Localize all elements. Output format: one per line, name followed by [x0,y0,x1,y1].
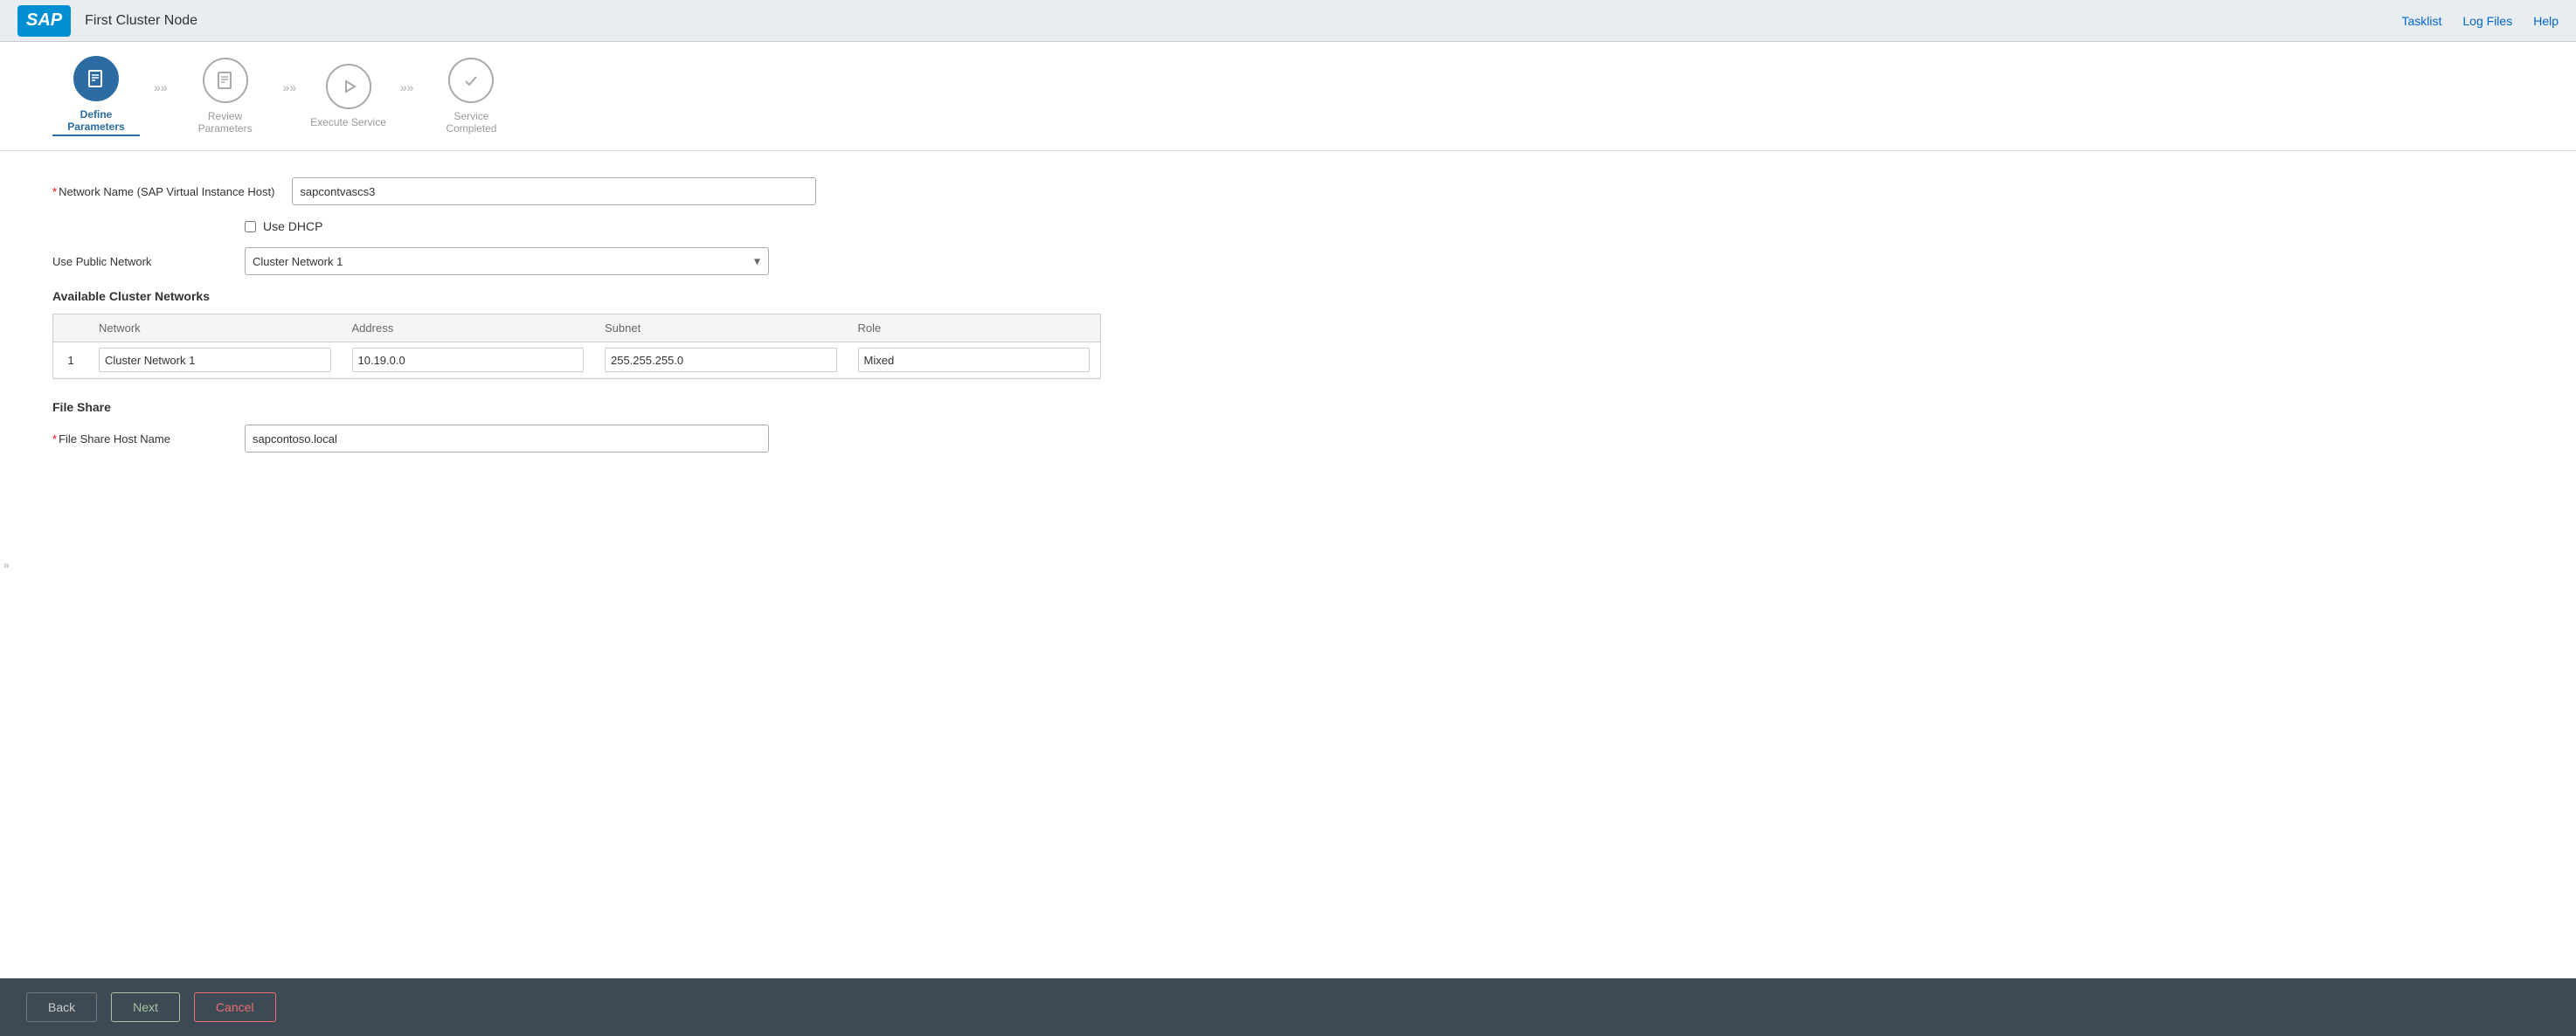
available-cluster-networks-section: Available Cluster Networks Network Addre… [52,289,2524,379]
cancel-button[interactable]: Cancel [194,992,276,1022]
col-num [53,314,88,342]
main-content: » *Network Name (SAP Virtual Instance Ho… [0,151,2576,978]
sap-logo-text: SAP [26,10,62,31]
file-share-required: * [52,432,57,445]
step-define-label: Define Parameters [52,108,140,136]
network-name-required: * [52,185,57,198]
row-network [88,342,342,378]
next-button[interactable]: Next [111,992,180,1022]
file-share-title: File Share [52,400,2524,414]
step-define[interactable]: Define Parameters [52,56,140,136]
step-execute-circle [326,64,371,109]
row-address [342,342,595,378]
step-review-label: Review Parameters [182,110,269,135]
table-row: 1 [53,342,1100,378]
nav-help[interactable]: Help [2533,14,2559,28]
step-arrows-2: »» [269,80,311,112]
cluster-networks-table: Network Address Subnet Role 1 [52,314,1101,379]
col-address: Address [342,314,595,342]
back-button[interactable]: Back [26,992,97,1022]
use-public-network-row: Use Public Network Cluster Network 1 Clu… [52,247,2524,275]
row-network-input[interactable] [99,348,331,372]
table-header-row: Network Address Subnet Role [53,314,1100,342]
step-execute-label: Execute Service [310,116,386,128]
use-public-network-label: Use Public Network [52,255,227,268]
step-completed-circle [448,58,494,103]
use-dhcp-row: Use DHCP [245,219,2524,233]
app-title: First Cluster Node [85,13,2401,29]
network-name-label: *Network Name (SAP Virtual Instance Host… [52,185,274,198]
step-define-circle [73,56,119,101]
step-execute[interactable]: Execute Service [310,64,386,128]
header: SAP First Cluster Node Tasklist Log File… [0,0,2576,42]
use-dhcp-label: Use DHCP [263,219,322,233]
use-dhcp-checkbox[interactable] [245,221,256,232]
file-share-host-label: *File Share Host Name [52,432,227,445]
file-share-host-row: *File Share Host Name [52,425,2524,452]
footer: Back Next Cancel [0,978,2576,1036]
side-chevron: » [0,552,13,578]
col-role: Role [848,314,1101,342]
step-completed-label: Service Completed [427,110,515,135]
nav-logfiles[interactable]: Log Files [2462,14,2512,28]
col-subnet: Subnet [594,314,848,342]
step-arrows-3: »» [386,80,428,112]
network-name-input[interactable] [292,177,816,205]
row-num: 1 [53,342,88,378]
row-subnet [594,342,848,378]
header-nav: Tasklist Log Files Help [2401,14,2559,28]
col-network: Network [88,314,342,342]
use-public-network-wrapper: Cluster Network 1 Cluster Network 2 ▾ [245,247,769,275]
step-completed[interactable]: Service Completed [427,58,515,135]
network-name-row: *Network Name (SAP Virtual Instance Host… [52,177,2524,205]
step-review-circle [203,58,248,103]
row-subnet-input[interactable] [605,348,837,372]
step-review[interactable]: Review Parameters [182,58,269,135]
row-role [848,342,1101,378]
use-public-network-select[interactable]: Cluster Network 1 Cluster Network 2 [245,247,769,275]
file-share-section: File Share *File Share Host Name [52,400,2524,452]
file-share-host-input[interactable] [245,425,769,452]
wizard-steps: Define Parameters »» Review Parameters »… [0,42,2576,151]
step-arrows-1: »» [140,80,182,112]
nav-tasklist[interactable]: Tasklist [2401,14,2441,28]
sap-logo: SAP [17,5,71,37]
row-role-input[interactable] [858,348,1091,372]
row-address-input[interactable] [352,348,585,372]
available-cluster-networks-title: Available Cluster Networks [52,289,2524,303]
